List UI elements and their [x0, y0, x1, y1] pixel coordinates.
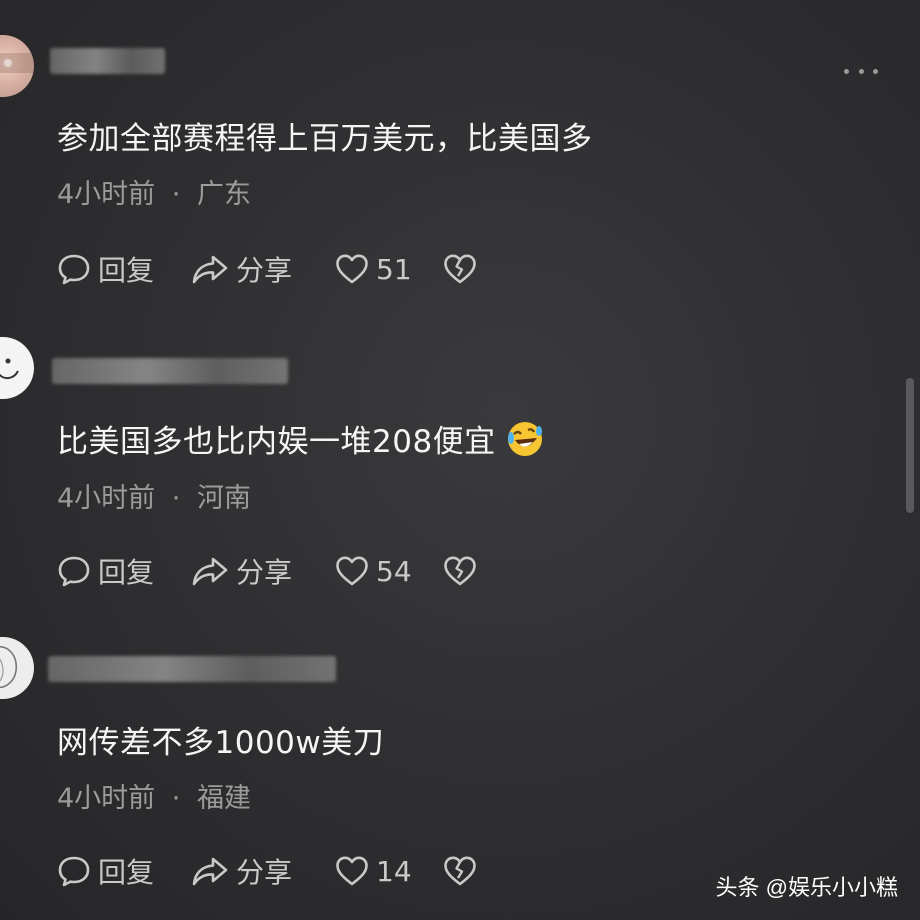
comment-text: 参加全部赛程得上百万美元，比美国多: [57, 121, 593, 157]
rolling-on-floor-laughing-emoji: [507, 422, 542, 456]
comment-location: 福建: [196, 783, 251, 814]
speech-bubble-icon: [58, 556, 90, 587]
avatar[interactable]: [0, 35, 34, 97]
avatar[interactable]: [0, 637, 34, 699]
like-button[interactable]: 51: [334, 249, 412, 289]
meta-separator: ·: [171, 783, 181, 814]
avatar[interactable]: [0, 337, 34, 399]
reply-label: 回复: [98, 254, 155, 287]
share-button[interactable]: 分享: [190, 249, 292, 289]
heart-icon: [336, 856, 368, 886]
comment-actions: 回复 分享 54: [56, 551, 556, 591]
username-blurred[interactable]: [52, 358, 288, 384]
comment-text-body: 比美国多也比内娱一堆208便宜: [57, 424, 496, 460]
reply-label: 回复: [98, 556, 155, 589]
reply-button[interactable]: 回复: [56, 249, 154, 289]
share-arrow-icon: [192, 557, 228, 586]
username-blurred[interactable]: [48, 656, 336, 682]
comment-meta: 4小时前 · 福建: [57, 776, 251, 815]
meta-separator: ·: [171, 179, 181, 210]
watermark: 头条 @娱乐小小糕: [715, 875, 898, 900]
share-button[interactable]: 分享: [190, 551, 292, 591]
comment-actions: 回复 分享 14: [56, 851, 556, 891]
more-dots-icon: [844, 68, 849, 74]
comment-meta: 4小时前 · 广东: [57, 172, 251, 211]
like-count: 14: [376, 854, 412, 888]
broken-heart-icon: [444, 856, 476, 886]
dislike-button[interactable]: [442, 249, 484, 289]
meta-separator: ·: [171, 483, 181, 514]
like-button[interactable]: 14: [334, 851, 412, 891]
reply-button[interactable]: 回复: [56, 851, 154, 891]
reply-label: 回复: [98, 856, 155, 889]
reply-button[interactable]: 回复: [56, 551, 154, 591]
speech-bubble-icon: [58, 254, 90, 285]
comment-text: 网传差不多1000w美刀: [57, 725, 385, 761]
heart-icon: [336, 254, 368, 284]
comment-time: 4小时前: [57, 483, 156, 514]
speech-bubble-icon: [58, 856, 90, 887]
share-arrow-icon: [192, 857, 228, 886]
share-label: 分享: [236, 254, 293, 287]
comment-location: 河南: [196, 483, 251, 514]
share-arrow-icon: [192, 255, 228, 284]
share-label: 分享: [236, 856, 293, 889]
comment-actions: 回复 分享 51: [56, 249, 556, 289]
comment-location: 广东: [196, 179, 251, 210]
dislike-button[interactable]: [442, 551, 484, 591]
like-count: 51: [376, 252, 412, 286]
username-blurred[interactable]: [50, 48, 165, 74]
share-label: 分享: [236, 556, 293, 589]
share-button[interactable]: 分享: [190, 851, 292, 891]
comment-meta: 4小时前 · 河南: [57, 476, 251, 515]
comment-text: 比美国多也比内娱一堆208便宜: [57, 416, 544, 461]
comment-time: 4小时前: [57, 179, 156, 210]
heart-icon: [336, 556, 368, 586]
dislike-button[interactable]: [442, 851, 484, 891]
broken-heart-icon: [444, 556, 476, 586]
like-count: 54: [376, 554, 412, 588]
like-button[interactable]: 54: [334, 551, 412, 591]
comment-time: 4小时前: [57, 783, 156, 814]
more-options-button[interactable]: [844, 64, 878, 78]
broken-heart-icon: [444, 254, 476, 284]
scrollbar[interactable]: [906, 378, 914, 513]
